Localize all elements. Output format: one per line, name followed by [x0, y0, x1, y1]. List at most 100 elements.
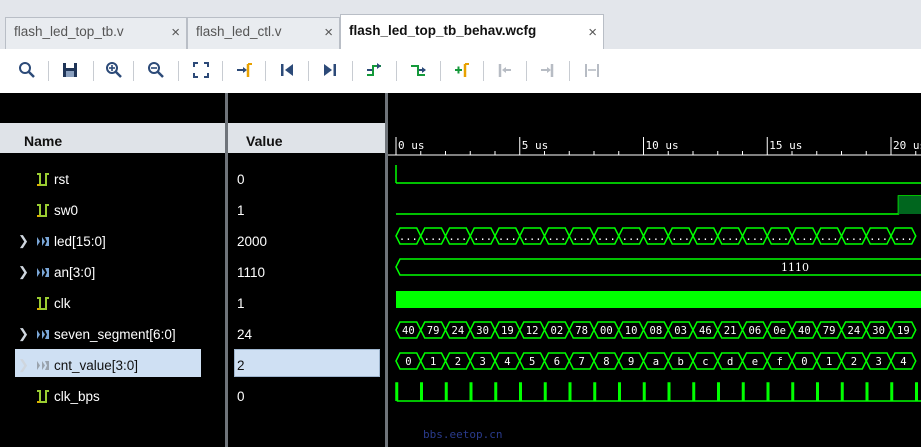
waveform-canvas[interactable]: 0 us 5 us 10 us 15 us 20 us.................…	[388, 93, 921, 447]
seven-segment-bus-value: 79	[427, 325, 440, 337]
next-marker-icon[interactable]	[536, 58, 560, 82]
signal-value-pane: Value 0 1 2000 1110 1 24 2 0	[228, 93, 385, 447]
tab-label: flash_led_ctl.v	[196, 24, 282, 39]
next-transition-icon[interactable]	[406, 58, 430, 82]
seven-segment-bus-value: 0e	[773, 325, 786, 337]
seven-segment-bus-value: 00	[600, 325, 613, 337]
chevron-right-icon[interactable]: ❯	[18, 233, 29, 249]
seven-segment-bus-value: 78	[575, 325, 588, 337]
ruler-label: 5 us	[522, 139, 549, 152]
cnt-value-bus-value: 4	[504, 356, 510, 368]
led-bus-value: ...	[523, 231, 542, 243]
signal-name: clk	[54, 296, 71, 311]
seven-segment-bus-value: 10	[625, 325, 638, 337]
ruler-label: 20 us	[893, 139, 921, 152]
signal-name: led[15:0]	[54, 234, 106, 249]
cnt-value-bus-value: 3	[479, 356, 485, 368]
selection-highlight	[234, 349, 380, 377]
signal-name: an[3:0]	[54, 265, 96, 280]
cnt-value-bus-value: 2	[455, 356, 461, 368]
previous-marker-icon[interactable]	[493, 58, 517, 82]
zoom-in-icon[interactable]	[102, 58, 126, 82]
seven-segment-bus-value: 40	[402, 325, 415, 337]
tab-flash-led-top-tb[interactable]: flash_led_top_tb.v ×	[5, 17, 187, 49]
close-icon[interactable]: ×	[324, 24, 333, 41]
signal-value-text: 1	[237, 203, 245, 218]
an-bus-segment	[395, 258, 921, 276]
cnt-value-bus-value: 6	[554, 356, 560, 368]
chevron-right-icon[interactable]: ❯	[18, 264, 29, 280]
led-bus-value: ...	[671, 231, 690, 243]
seven-segment-bus-value: 79	[823, 325, 836, 337]
chevron-right-icon[interactable]: ❯	[18, 357, 29, 373]
signal-name: sw0	[54, 203, 79, 218]
cnt-value-bus-value: 3	[875, 356, 881, 368]
bus-signal-icon	[36, 235, 50, 251]
add-marker-icon[interactable]	[450, 58, 474, 82]
go-to-time-zero-icon[interactable]	[275, 58, 299, 82]
led-bus-value: ...	[424, 231, 443, 243]
ruler-label: 15 us	[769, 139, 802, 152]
cnt-value-bus-value: 4	[900, 356, 906, 368]
signal-value-text: 1110	[237, 265, 266, 280]
signal-value-text: 24	[237, 327, 253, 342]
value-column-header[interactable]: Value	[228, 123, 385, 153]
led-bus-value: ...	[696, 231, 715, 243]
zoom-out-icon[interactable]	[144, 58, 168, 82]
watermark: bbs.eetop.cn	[423, 428, 503, 441]
signal-value-text: 2	[237, 358, 245, 373]
bit-signal-icon	[36, 390, 50, 406]
led-bus-value: ...	[622, 231, 641, 243]
signal-name: cnt_value[3:0]	[54, 358, 139, 373]
waveform-toolbar	[0, 49, 921, 94]
tab-flash-led-top-tb-behav-wcfg[interactable]: flash_led_top_tb_behav.wcfg ×	[340, 14, 604, 49]
signal-name: rst	[54, 172, 69, 187]
led-bus-value: ...	[869, 231, 888, 243]
sw0-high-fill	[898, 196, 921, 214]
cnt-value-bus-value: b	[677, 356, 683, 368]
seven-segment-bus-value: 24	[848, 325, 861, 337]
seven-segment-bus-value: 40	[798, 325, 811, 337]
save-icon[interactable]	[58, 58, 82, 82]
seven-segment-bus-value: 30	[872, 325, 885, 337]
waveform-pane[interactable]: 0 us 5 us 10 us 15 us 20 us.................…	[388, 93, 921, 447]
close-icon[interactable]: ×	[171, 24, 180, 41]
bus-signal-icon	[36, 359, 50, 375]
cnt-value-bus-value: a	[653, 356, 659, 368]
led-bus-value: ...	[894, 231, 913, 243]
sw0-waveform	[396, 195, 921, 215]
go-to-last-time-icon[interactable]	[318, 58, 342, 82]
cnt-value-bus-value: c	[702, 356, 708, 368]
chevron-right-icon[interactable]: ❯	[18, 326, 29, 342]
seven-segment-bus-value: 12	[526, 325, 539, 337]
cnt-value-bus-value: d	[727, 356, 733, 368]
led-bus-value: ...	[820, 231, 839, 243]
close-icon[interactable]: ×	[588, 24, 597, 41]
go-to-cursor-icon[interactable]	[232, 58, 256, 82]
search-icon[interactable]	[15, 58, 39, 82]
clk-bps-waveform	[395, 382, 921, 402]
cnt-value-bus-value: 2	[851, 356, 857, 368]
name-column-header[interactable]: Name	[0, 123, 225, 153]
swap-cursors-icon[interactable]	[580, 58, 604, 82]
cnt-value-bus-value: 7	[578, 356, 584, 368]
signal-name: seven_segment[6:0]	[54, 327, 176, 342]
seven-segment-bus-value: 03	[674, 325, 687, 337]
led-bus-value: ...	[572, 231, 591, 243]
ruler-label: 0 us	[398, 139, 425, 152]
cnt-value-bus-value: 1	[430, 356, 436, 368]
led-bus-value: ...	[547, 231, 566, 243]
cnt-value-bus-value: 0	[801, 356, 807, 368]
signal-name: clk_bps	[54, 389, 100, 404]
led-bus-value: ...	[399, 231, 418, 243]
led-bus-value: ...	[448, 231, 467, 243]
cnt-value-bus-value: 1	[826, 356, 832, 368]
seven-segment-bus-value: 21	[724, 325, 737, 337]
bus-signal-icon	[36, 328, 50, 344]
clk-waveform	[396, 291, 921, 308]
previous-transition-icon[interactable]	[362, 58, 386, 82]
tab-flash-led-ctl[interactable]: flash_led_ctl.v ×	[187, 17, 340, 49]
bit-signal-icon	[36, 173, 50, 189]
zoom-fit-icon[interactable]	[189, 58, 213, 82]
led-bus-value: ...	[745, 231, 764, 243]
